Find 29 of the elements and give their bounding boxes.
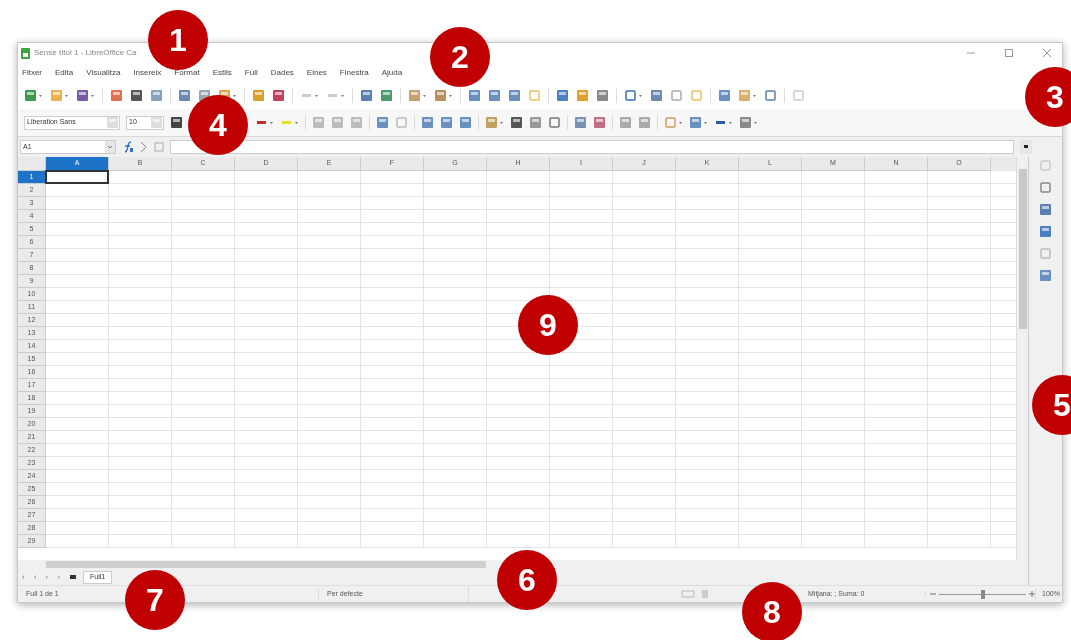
menu-item[interactable]: Dades (270, 66, 294, 79)
menu-item[interactable]: Eines (306, 66, 327, 79)
minimize-icon[interactable] (967, 49, 975, 57)
menu-item[interactable]: Full (244, 66, 258, 79)
menu-item[interactable]: Fitxer (22, 66, 42, 79)
active-cell[interactable] (45, 170, 109, 184)
callout-number: 7 (125, 570, 185, 630)
formula-input-field[interactable] (170, 140, 1014, 154)
slider-thumb[interactable] (980, 589, 985, 599)
menu-item[interactable]: Estils (212, 66, 232, 79)
vertical-scrollbar[interactable] (1016, 157, 1028, 560)
menu-item[interactable]: Visualitza (86, 66, 121, 79)
cell-grid[interactable] (46, 171, 1016, 548)
menu-item[interactable]: Finestra (339, 66, 369, 79)
callout-number: 2 (430, 27, 490, 87)
menu-item[interactable]: Edita (55, 66, 74, 79)
zoom-in-icon[interactable] (1029, 591, 1035, 597)
window-title: Sense títol 1 - LibreOffice Ca (34, 47, 137, 59)
scrollbar-thumb[interactable] (1018, 169, 1027, 329)
menu-item[interactable]: Ajuda (381, 66, 403, 79)
maximize-icon[interactable] (1005, 49, 1013, 57)
scrollbar-thumb[interactable] (46, 561, 486, 568)
callout-number: 1 (148, 10, 208, 70)
app-icon (21, 47, 30, 59)
expand-formula-bar-icon[interactable] (1020, 140, 1032, 154)
sheet-navigation-icon[interactable] (22, 573, 78, 581)
close-icon[interactable] (1043, 49, 1051, 57)
zoom-out-icon[interactable] (930, 591, 936, 597)
function-wizard-icon[interactable] (122, 141, 134, 153)
